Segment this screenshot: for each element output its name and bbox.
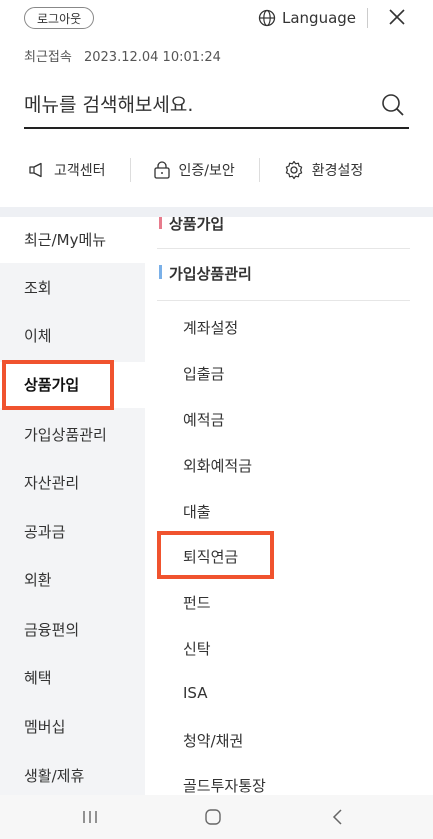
logout-button[interactable]: 로그아웃: [24, 7, 95, 29]
left-menu-lifestyle[interactable]: 생활/제휴: [0, 753, 145, 799]
last-login-value: 2023.12.04 10:01:24: [83, 50, 221, 65]
security-label: 인증/보안: [178, 163, 235, 179]
section-title-product-management: 가입상품관리: [159, 265, 252, 283]
settings-button[interactable]: 환경설정: [284, 160, 364, 180]
left-menu-utility-bills[interactable]: 공과금: [0, 509, 145, 555]
section-title-product-signup: 상품가입: [158, 217, 224, 234]
globe-icon: [258, 9, 276, 27]
section-divider: [157, 248, 410, 249]
search-input[interactable]: [24, 88, 364, 122]
last-login: 최근접속 2023.12.04 10:01:24: [24, 46, 229, 65]
left-menu-benefits[interactable]: 혜택: [0, 655, 145, 701]
customer-center-button[interactable]: 고객센터: [28, 160, 106, 180]
submenu-forex-savings[interactable]: 외화예적금: [183, 455, 252, 476]
left-menu-inquiry[interactable]: 조회: [0, 265, 145, 311]
back-icon[interactable]: [330, 808, 344, 826]
close-icon[interactable]: [386, 6, 408, 28]
left-menu-finance-services[interactable]: 금융편의: [0, 607, 145, 653]
quick-divider: [258, 158, 260, 182]
security-button[interactable]: 인증/보안: [153, 160, 235, 180]
left-menu-membership[interactable]: 멤버십: [0, 704, 145, 750]
menu-search: [24, 84, 409, 129]
language-button[interactable]: Language: [258, 7, 356, 29]
megaphone-icon: [29, 162, 42, 178]
submenu-fund[interactable]: 펀드: [183, 592, 211, 613]
submenu-deposit-withdraw[interactable]: 입출금: [183, 363, 224, 384]
section-band: [0, 207, 433, 217]
menu-header: 로그아웃 Language 최근접속 2023.12.04 10:01:24 고…: [0, 0, 433, 207]
section-divider: [157, 300, 410, 301]
submenu-subscription-bonds[interactable]: 청약/채권: [183, 730, 243, 751]
search-icon[interactable]: [381, 93, 405, 117]
recent-apps-icon[interactable]: [81, 809, 99, 825]
left-menu-product-management[interactable]: 가입상품관리: [0, 412, 145, 458]
submenu-retirement-pension[interactable]: 퇴직연금: [183, 546, 238, 567]
left-menu-asset[interactable]: 자산관리: [0, 460, 145, 506]
submenu-savings[interactable]: 예적금: [183, 409, 224, 430]
gear-icon: [285, 160, 302, 180]
submenu-isa[interactable]: ISA: [183, 684, 208, 702]
language-label: Language: [282, 9, 357, 27]
quick-divider: [129, 158, 131, 182]
left-menu-forex[interactable]: 외환: [0, 557, 145, 603]
home-icon[interactable]: [204, 808, 222, 826]
submenu-account-settings[interactable]: 계좌설정: [183, 317, 238, 338]
system-nav-bar: [0, 795, 433, 839]
last-login-label: 최근접속: [24, 50, 72, 65]
submenu-loan[interactable]: 대출: [183, 501, 211, 522]
submenu-trust[interactable]: 신탁: [183, 638, 211, 659]
settings-label: 환경설정: [311, 163, 364, 179]
category-menu: 최근/My메뉴 조회 이체 상품가입 가입상품관리 자산관리 공과금 외환 금융…: [0, 217, 145, 795]
lock-icon: [153, 161, 170, 179]
submenu-gold-account[interactable]: 골드투자통장: [183, 775, 266, 795]
quick-links: 고객센터 인증/보안 환경설정: [0, 150, 433, 190]
left-menu-transfer[interactable]: 이체: [0, 313, 145, 359]
header-divider: [367, 8, 368, 28]
left-menu-recent[interactable]: 최근/My메뉴: [0, 217, 145, 263]
submenu-panel: 상품가입 가입상품관리 계좌설정 입출금 예적금 외화예적금 대출 퇴직연금 펀…: [145, 217, 433, 795]
customer-center-label: 고객센터: [54, 163, 106, 179]
left-menu-product-signup[interactable]: 상품가입: [0, 362, 145, 408]
